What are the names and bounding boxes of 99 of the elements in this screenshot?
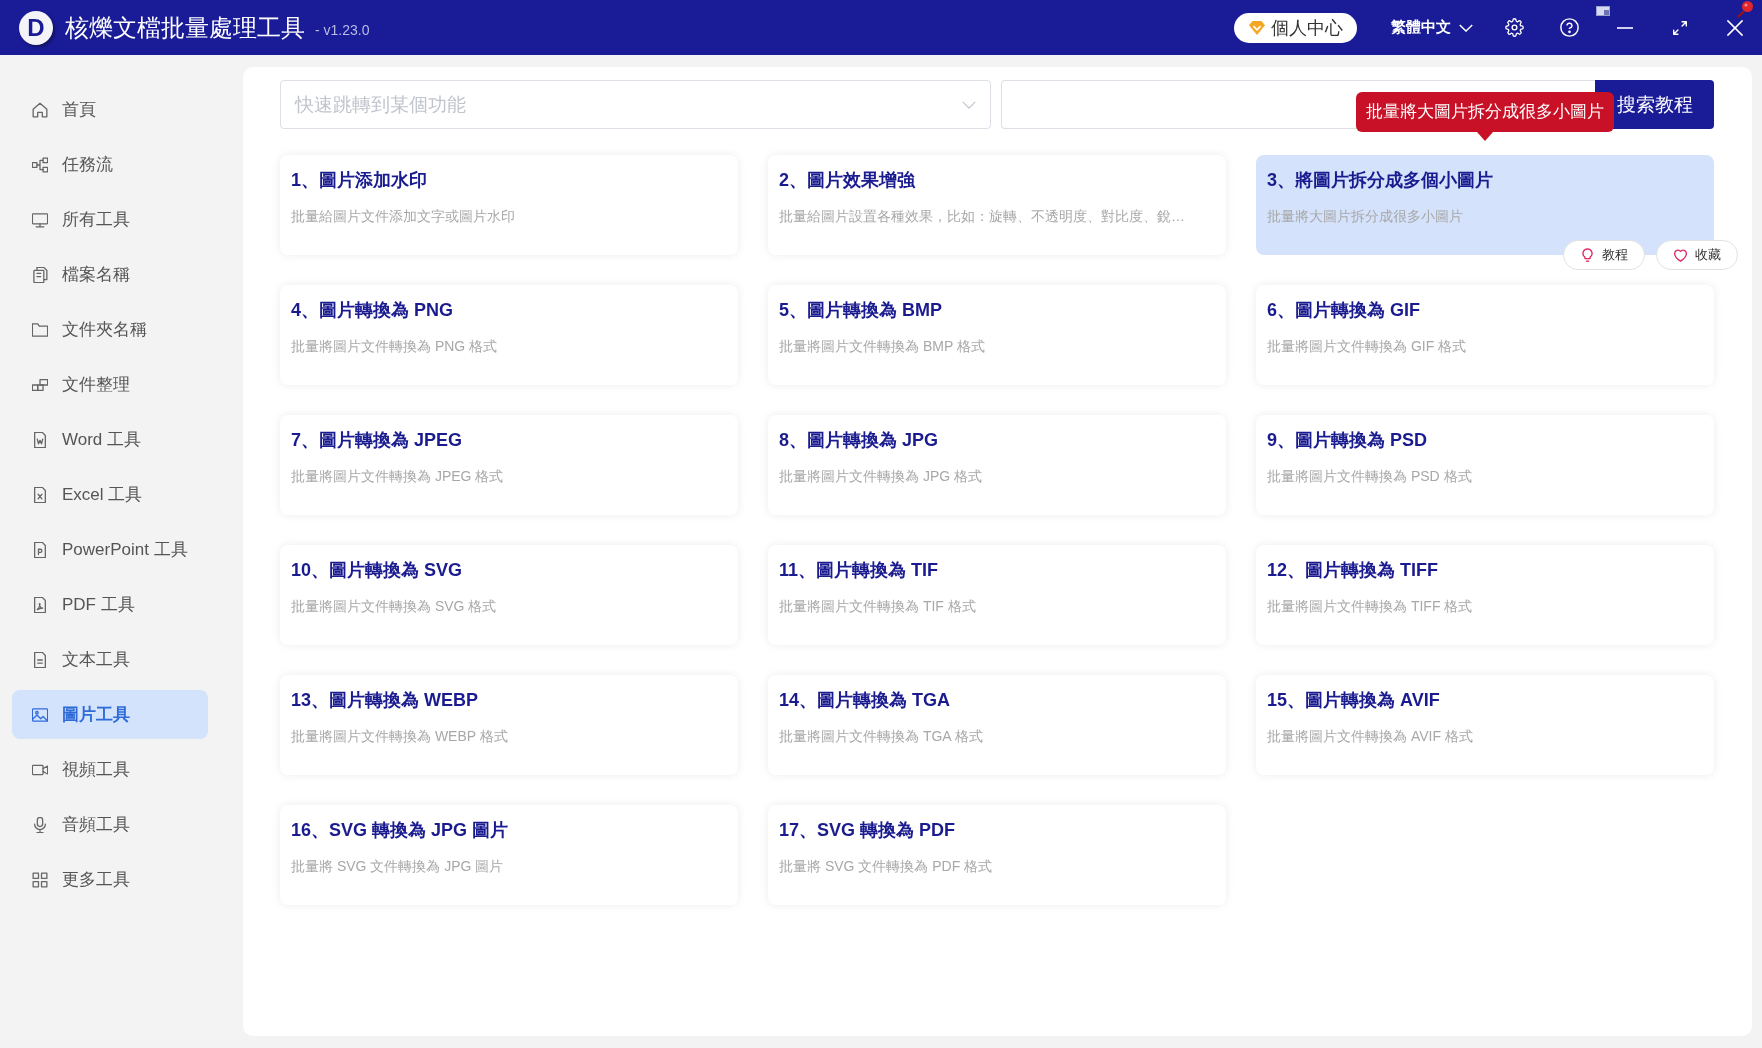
card-title: 6、圖片轉換為 GIF [1267,299,1421,322]
documents-icon [32,266,48,283]
card-description: 批量將圖片文件轉換為 PSD 格式 [1267,467,1473,486]
card-title: 3、將圖片拆分成多個小圖片 [1267,169,1494,192]
tool-card[interactable]: 7、圖片轉換為 JPEG 批量將圖片文件轉換為 JPEG 格式 [280,415,738,515]
card-description: 批量將圖片文件轉換為 PNG 格式 [291,337,499,356]
sidebar-item[interactable]: 任務流 [12,140,208,189]
tool-card[interactable]: 8、圖片轉換為 JPG 批量將圖片文件轉換為 JPG 格式 [768,415,1226,515]
card-title: 14、圖片轉換為 TGA [779,689,952,712]
card-description: 批量將圖片文件轉換為 GIF 格式 [1267,337,1468,356]
tool-card[interactable]: 1、圖片添加水印 批量給圖片文件添加文字或圖片水印 [280,155,738,255]
card-title: 10、圖片轉換為 SVG [291,559,464,582]
card-description: 批量將圖片文件轉換為 TIF 格式 [779,597,977,616]
document-w-icon [32,431,48,448]
tool-card[interactable]: 12、圖片轉換為 TIFF 批量將圖片文件轉換為 TIFF 格式 [1256,545,1714,645]
text-document-icon [32,651,48,668]
card-title: 7、圖片轉換為 JPEG [291,429,464,452]
tool-card[interactable]: 11、圖片轉換為 TIF 批量將圖片文件轉換為 TIF 格式 [768,545,1226,645]
card-title: 15、圖片轉換為 AVIF [1267,689,1441,712]
tool-card[interactable]: 17、SVG 轉換為 PDF 批量將 SVG 文件轉換為 PDF 格式 [768,805,1226,905]
version-label: - v1.23.0 [315,22,370,38]
sidebar-item[interactable]: 文件整理 [12,360,208,409]
home-icon [32,101,48,118]
document-squiggle-icon [32,596,48,613]
card-description: 批量給圖片文件添加文字或圖片水印 [291,207,516,226]
card-description: 批量將圖片文件轉換為 SVG 格式 [291,597,498,616]
monitor-icon [32,211,48,228]
card-description: 批量將圖片文件轉換為 JPEG 格式 [291,467,505,486]
tool-card[interactable]: 6、圖片轉換為 GIF 批量將圖片文件轉換為 GIF 格式 [1256,285,1714,385]
microphone-icon [32,816,48,833]
card-title: 17、SVG 轉換為 PDF [779,819,957,842]
grid-icon [32,871,48,888]
sidebar-item[interactable]: 圖片工具 [12,690,208,739]
card-title: 4、圖片轉換為 PNG [291,299,455,322]
card-description: 批量將圖片文件轉換為 TGA 格式 [779,727,984,746]
pin-icon [1736,0,1754,18]
card-title: 9、圖片轉換為 PSD [1267,429,1429,452]
card-description: 批量將大圖片拆分成很多小圖片 [1267,207,1464,226]
help-icon[interactable] [1560,18,1579,37]
card-title: 2、圖片效果增強 [779,169,917,192]
card-title: 16、SVG 轉換為 JPG 圖片 [291,819,510,842]
sidebar-item[interactable]: 文本工具 [12,635,208,684]
sidebar-item[interactable]: PDF 工具 [12,580,208,629]
lightbulb-icon [1580,248,1594,262]
folder-icon [32,321,48,338]
sidebar-item[interactable]: PowerPoint 工具 [12,525,208,574]
card-description: 批量將圖片文件轉換為 JPG 格式 [779,467,983,486]
tutorial-button[interactable]: 教程 [1563,240,1645,270]
tool-card[interactable]: 13、圖片轉換為 WEBP 批量將圖片文件轉換為 WEBP 格式 [280,675,738,775]
heart-icon [1673,248,1687,262]
account-button[interactable]: 個人中心 [1234,12,1357,43]
close-icon[interactable] [1726,19,1743,36]
maximize-icon[interactable] [1672,20,1687,35]
sidebar-item[interactable]: 音頻工具 [12,800,208,849]
image-icon [32,706,48,723]
document-p-icon [32,541,48,558]
card-title: 1、圖片添加水印 [291,169,428,192]
sidebar-item[interactable]: 視頻工具 [12,745,208,794]
tool-card[interactable]: 14、圖片轉換為 TGA 批量將圖片文件轉換為 TGA 格式 [768,675,1226,775]
screen-icon [1596,6,1610,16]
tool-card[interactable]: 9、圖片轉換為 PSD 批量將圖片文件轉換為 PSD 格式 [1256,415,1714,515]
card-description: 批量將 SVG 文件轉換為 PDF 格式 [779,857,994,876]
sidebar-item[interactable]: 文件夾名稱 [12,305,208,354]
favorite-button[interactable]: 收藏 [1656,240,1738,270]
tool-card[interactable]: 10、圖片轉換為 SVG 批量將圖片文件轉換為 SVG 格式 [280,545,738,645]
card-description: 批量將圖片文件轉換為 TIFF 格式 [1267,597,1474,616]
sidebar-item[interactable]: 首頁 [12,85,208,134]
chevron-down-icon [962,100,976,109]
tool-card[interactable]: 16、SVG 轉換為 JPG 圖片 批量將 SVG 文件轉換為 JPG 圖片 [280,805,738,905]
minimize-icon[interactable] [1616,26,1633,29]
sidebar-item[interactable]: Excel 工具 [12,470,208,519]
app-logo: D [19,10,53,45]
tool-card[interactable]: 15、圖片轉換為 AVIF 批量將圖片文件轉換為 AVIF 格式 [1256,675,1714,775]
card-title: 13、圖片轉換為 WEBP [291,689,480,712]
blocks-icon [32,376,48,393]
card-title: 8、圖片轉換為 JPG [779,429,940,452]
sidebar-item[interactable]: 更多工具 [12,855,208,904]
language-dropdown[interactable]: 繁體中文 [1391,18,1473,37]
tool-card[interactable]: 4、圖片轉換為 PNG 批量將圖片文件轉換為 PNG 格式 [280,285,738,385]
flowchart-icon [32,156,48,173]
card-title: 11、圖片轉換為 TIF [779,559,940,582]
tooltip: 批量將大圖片拆分成很多小圖片 [1356,92,1614,141]
tool-card[interactable]: 5、圖片轉換為 BMP 批量將圖片文件轉換為 BMP 格式 [768,285,1226,385]
card-description: 批量將圖片文件轉換為 WEBP 格式 [291,727,509,746]
sidebar-item[interactable]: 所有工具 [12,195,208,244]
diamond-icon [1248,19,1266,36]
sidebar-item[interactable]: 檔案名稱 [12,250,208,299]
sidebar-item[interactable]: Word 工具 [12,415,208,464]
settings-icon[interactable] [1505,18,1524,37]
card-description: 批量將 SVG 文件轉換為 JPG 圖片 [291,857,505,876]
card-title: 12、圖片轉換為 TIFF [1267,559,1439,582]
card-title: 5、圖片轉換為 BMP [779,299,943,322]
document-x-icon [32,486,48,503]
tool-card[interactable]: 2、圖片效果增強 批量給圖片設置各種效果，比如：旋轉、不透明度、對比度、銳… [768,155,1226,255]
card-description: 批量給圖片設置各種效果，比如：旋轉、不透明度、對比度、銳… [779,207,1186,226]
card-description: 批量將圖片文件轉換為 AVIF 格式 [1267,727,1474,746]
chevron-down-icon [1459,23,1473,32]
app-title: 核爍文檔批量處理工具 [65,12,305,43]
card-description: 批量將圖片文件轉換為 BMP 格式 [779,337,986,356]
